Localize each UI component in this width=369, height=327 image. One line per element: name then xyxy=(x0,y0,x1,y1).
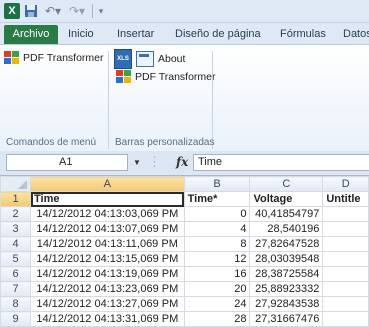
insert-function-icon[interactable]: fx xyxy=(176,155,188,169)
xls-icon: XLS xyxy=(114,49,132,69)
cell[interactable] xyxy=(322,236,369,252)
column-header-a[interactable]: A xyxy=(30,176,185,192)
cell[interactable]: 27,92843538 xyxy=(249,296,324,312)
spreadsheet-grid: A B C D 1 Time Time* Voltage Untitle 2 1… xyxy=(0,176,369,327)
cell[interactable] xyxy=(322,251,369,267)
column-header-d[interactable]: D xyxy=(322,176,369,192)
table-row: 3 14/12/2012 04:13:07,069 PM 4 28,540196 xyxy=(0,221,369,237)
tab-formulas[interactable]: Fórmulas xyxy=(280,25,326,44)
row-header[interactable]: 9 xyxy=(0,311,31,327)
cell[interactable]: 25,88923332 xyxy=(249,281,324,297)
group-divider xyxy=(108,51,109,149)
cell[interactable]: 28,540196 xyxy=(249,221,324,237)
table-row: 9 14/12/2012 04:13:31,069 PM 28 27,31667… xyxy=(0,311,369,327)
table-row: 6 14/12/2012 04:13:19,069 PM 16 28,38725… xyxy=(0,266,369,282)
cell[interactable] xyxy=(322,206,369,222)
row-header[interactable]: 4 xyxy=(0,236,31,252)
pdf-transformer-icon xyxy=(116,70,132,84)
pdf-transformer-icon xyxy=(4,51,20,65)
excel-logo-icon[interactable]: X xyxy=(4,3,20,19)
row-header[interactable]: 7 xyxy=(0,281,31,297)
row-header[interactable]: 1 xyxy=(0,191,31,207)
cell[interactable]: 24 xyxy=(183,296,251,312)
name-box[interactable]: A1 xyxy=(6,154,128,171)
cell[interactable]: 14/12/2012 04:13:07,069 PM xyxy=(30,221,185,237)
cell[interactable]: 20 xyxy=(183,281,251,297)
group-label-barras: Barras personalizadas xyxy=(115,137,215,148)
about-label: About xyxy=(158,53,186,65)
quick-access-toolbar: X ↶▾ ↷▾ ▾ xyxy=(0,0,369,23)
cell[interactable]: 28,03039548 xyxy=(249,251,324,267)
cell[interactable]: 14/12/2012 04:13:19,069 PM xyxy=(30,266,185,282)
cell[interactable] xyxy=(322,221,369,237)
cell-d1[interactable]: Untitle xyxy=(322,191,369,207)
tab-datos[interactable]: Datos xyxy=(343,25,369,44)
pdf-transformer-button[interactable]: PDF Transformer xyxy=(4,51,104,65)
cell[interactable]: 14/12/2012 04:13:15,069 PM xyxy=(30,251,185,267)
about-icon xyxy=(136,51,154,67)
cell[interactable]: 4 xyxy=(183,221,251,237)
formula-divider: ⋮ xyxy=(148,154,161,169)
formula-input[interactable]: Time xyxy=(193,154,369,171)
toolbar-divider xyxy=(92,4,93,18)
column-header-b[interactable]: B xyxy=(183,176,251,192)
cell[interactable]: 8 xyxy=(183,236,251,252)
table-row: 8 14/12/2012 04:13:27,069 PM 24 27,92843… xyxy=(0,296,369,312)
group-divider xyxy=(212,51,213,149)
cell[interactable]: 27,31667476 xyxy=(249,311,324,327)
pdf-transformer-label-2: PDF Transformer xyxy=(135,71,216,83)
pdf-transformer-label: PDF Transformer xyxy=(23,52,104,64)
cell[interactable]: 14/12/2012 04:13:23,069 PM xyxy=(30,281,185,297)
cell[interactable]: 14/12/2012 04:13:27,069 PM xyxy=(30,296,185,312)
table-row: 2 14/12/2012 04:13:03,069 PM 0 40,418547… xyxy=(0,206,369,222)
customize-toolbar-icon[interactable]: ▾ xyxy=(96,3,106,19)
cell[interactable] xyxy=(322,281,369,297)
column-header-c[interactable]: C xyxy=(249,176,324,192)
row-header[interactable]: 3 xyxy=(0,221,31,237)
table-row: 1 Time Time* Voltage Untitle xyxy=(0,191,369,207)
tab-insertar[interactable]: Insertar xyxy=(117,25,154,44)
row-header[interactable]: 2 xyxy=(0,206,31,222)
cell[interactable]: 12 xyxy=(183,251,251,267)
row-header[interactable]: 6 xyxy=(0,266,31,282)
cell[interactable]: 16 xyxy=(183,266,251,282)
redo-icon[interactable]: ↷▾ xyxy=(66,3,88,19)
ribbon-panel: PDF Transformer XLS About PDF Transforme… xyxy=(0,44,369,152)
cell[interactable] xyxy=(322,296,369,312)
chevron-down-icon[interactable]: ▼ xyxy=(133,158,141,167)
group-label-comandos: Comandos de menú xyxy=(6,137,97,148)
cell[interactable]: 28 xyxy=(183,311,251,327)
cell[interactable]: 14/12/2012 04:13:03,069 PM xyxy=(30,206,185,222)
cell-a1[interactable]: Time xyxy=(30,191,185,207)
cell[interactable]: 28,38725584 xyxy=(249,266,324,282)
cell[interactable]: 14/12/2012 04:13:31,069 PM xyxy=(30,311,185,327)
table-row: 7 14/12/2012 04:13:23,069 PM 20 25,88923… xyxy=(0,281,369,297)
tab-inicio[interactable]: Inicio xyxy=(68,25,94,44)
cell-b1[interactable]: Time* xyxy=(183,191,251,207)
tab-diseno-de-pagina[interactable]: Diseño de página xyxy=(175,25,261,44)
table-row: 4 14/12/2012 04:13:11,069 PM 8 27,826475… xyxy=(0,236,369,252)
cell[interactable]: 0 xyxy=(183,206,251,222)
tab-archivo[interactable]: Archivo xyxy=(4,25,58,44)
pdf-transformer-button-2[interactable]: PDF Transformer xyxy=(116,70,216,84)
about-button[interactable]: About xyxy=(136,51,185,67)
row-header[interactable]: 5 xyxy=(0,251,31,267)
cell[interactable]: 14/12/2012 04:13:11,069 PM xyxy=(30,236,185,252)
cell[interactable] xyxy=(322,266,369,282)
ribbon-tabs: Archivo Inicio Insertar Diseño de página… xyxy=(0,23,369,44)
formula-bar: A1 ▼ ⋮ fx Time xyxy=(0,151,369,176)
row-header[interactable]: 8 xyxy=(0,296,31,312)
select-all-corner[interactable] xyxy=(0,176,31,192)
undo-icon[interactable]: ↶▾ xyxy=(42,3,64,19)
table-row: 5 14/12/2012 04:13:15,069 PM 12 28,03039… xyxy=(0,251,369,267)
cell[interactable]: 27,82647528 xyxy=(249,236,324,252)
cell[interactable] xyxy=(322,311,369,327)
cell[interactable]: 40,41854797 xyxy=(249,206,324,222)
cell-c1[interactable]: Voltage xyxy=(249,191,324,207)
save-icon[interactable] xyxy=(24,3,38,19)
xls-button[interactable]: XLS xyxy=(114,49,132,69)
